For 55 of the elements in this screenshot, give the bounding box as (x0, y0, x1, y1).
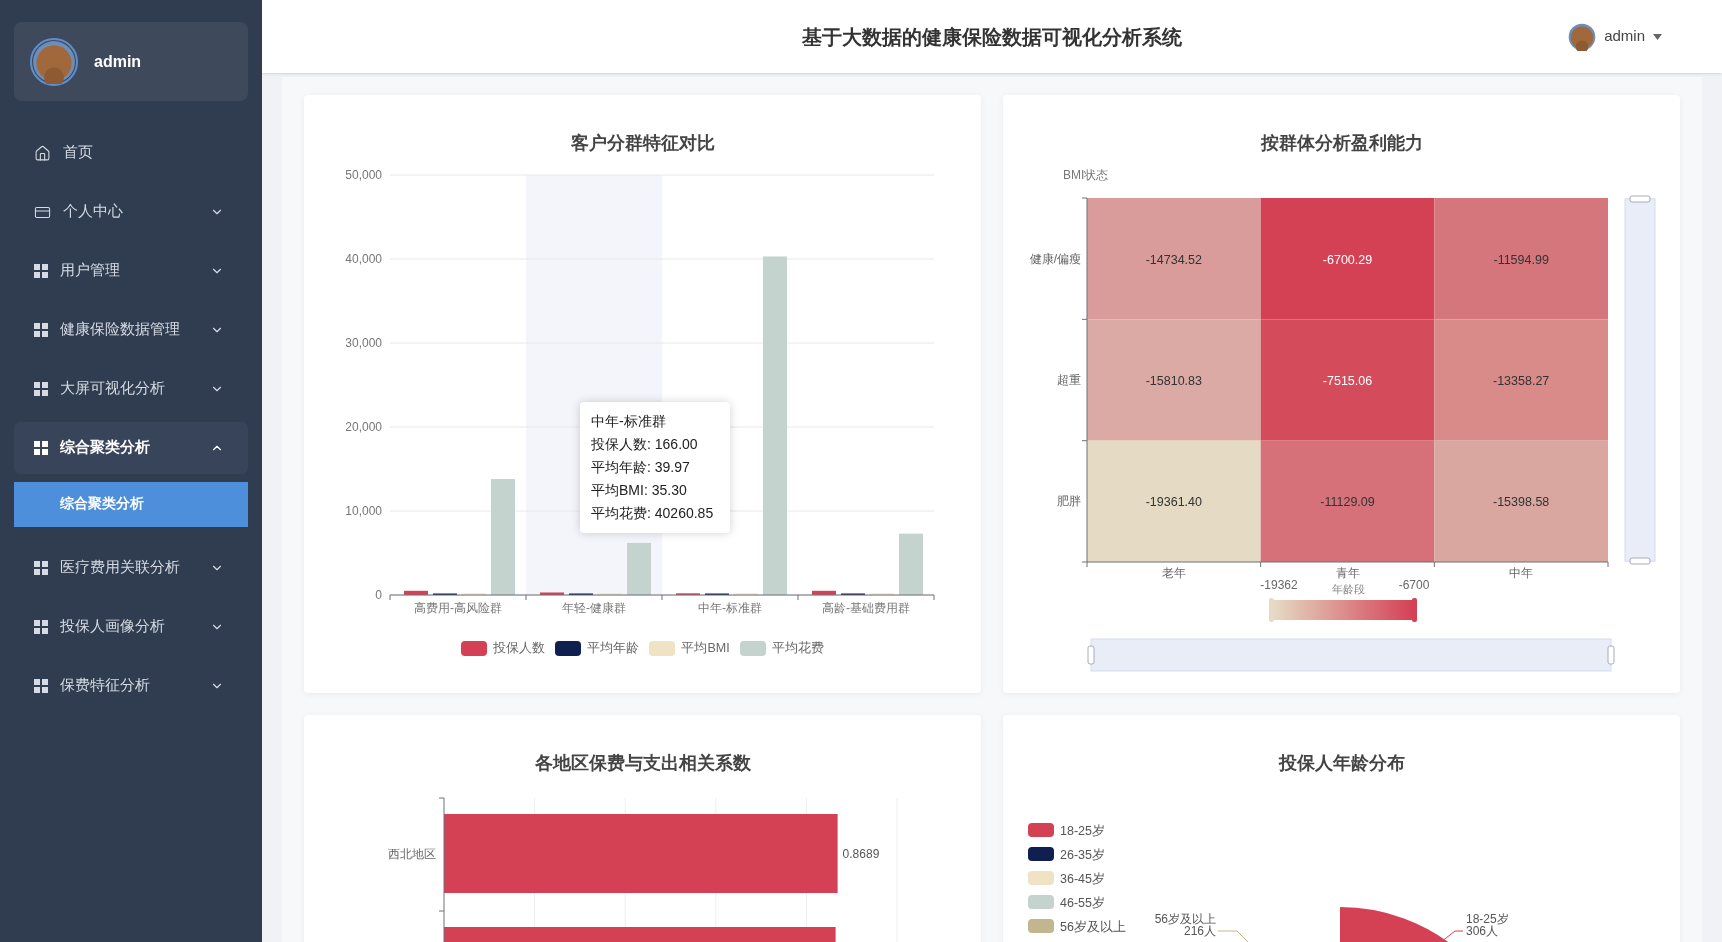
legend-label: 46-55岁 (1060, 896, 1105, 910)
chart-title: 按群体分析盈利能力 (1260, 132, 1423, 155)
slice-label: 216人 (1183, 924, 1216, 938)
chart-title: 客户分群特征对比 (570, 132, 715, 155)
legend-label: 26-35岁 (1060, 848, 1105, 862)
user-name: admin (94, 51, 142, 72)
heatmap-cell: -14734.52 (1087, 198, 1261, 320)
column-label: 中年 (1509, 566, 1534, 580)
heatmap-cell: -15810.83 (1087, 319, 1261, 441)
category-label: 中年-标准群 (698, 601, 762, 615)
tooltip-line: 平均花费: 40260.85 (591, 504, 715, 523)
page-title: 基于大数据的健康保险数据可视化分析系统 (802, 24, 1182, 50)
heatmap-cell: -13358.27 (1434, 319, 1608, 441)
slice-label: 306人 (1466, 924, 1499, 938)
chart-title: 各地区保费与支出相关系数 (534, 752, 751, 775)
category-label: 年轻-健康群 (562, 601, 626, 615)
axis-name: BMI状态 (1063, 168, 1109, 182)
scale-max-label: -6700 (1398, 578, 1430, 592)
heatmap-cell: -15398.58 (1434, 440, 1608, 562)
tooltip-title: 中年-标准群 (591, 412, 667, 431)
heatmap-cell: -19361.40 (1087, 440, 1261, 562)
legend-label: 投保人数 (493, 640, 546, 657)
heatmap-cell: -11129.09 (1260, 440, 1435, 562)
legend-label: 18-25岁 (1060, 824, 1105, 838)
row-label: 肥胖 (1057, 494, 1081, 509)
tick-label: 10,000 (345, 504, 382, 518)
tick-label: 0 (375, 588, 382, 602)
legend-label: 56岁及以上 (1060, 920, 1126, 934)
tick-label: 30,000 (345, 336, 382, 350)
tooltip-line: 平均年龄: 39.97 (591, 458, 691, 477)
scale-min-label: -19362 (1260, 578, 1298, 592)
legend-label: 平均BMI (681, 640, 730, 657)
axis-name: 年龄段 (1331, 583, 1365, 595)
heatmap-cell: -11594.99 (1434, 198, 1608, 320)
tooltip-line: 投保人数: 166.00 (591, 435, 699, 454)
tick-label: 20,000 (345, 420, 382, 434)
column-label: 老年 (1161, 566, 1186, 580)
legend-label: 36-45岁 (1060, 872, 1105, 886)
chart-title: 投保人年龄分布 (1278, 752, 1405, 775)
row-label: 超重 (1057, 373, 1081, 387)
category-label: 高费用-高风险群 (414, 601, 502, 615)
legend-label: 平均花费 (771, 640, 824, 657)
slice-label: 18-25岁 (1466, 912, 1509, 926)
slice-label: 56岁及以上 (1154, 912, 1216, 926)
tick-label: 50,000 (345, 168, 382, 182)
value-label: 0.8689 (842, 847, 880, 861)
heatmap-cell: -7515.06 (1260, 319, 1435, 441)
tick-label: 40,000 (345, 252, 382, 266)
heatmap-cell: -6700.29 (1260, 198, 1435, 320)
tooltip-line: 平均BMI: 35.30 (591, 481, 688, 500)
category-label: 高龄-基础费用群 (822, 601, 910, 615)
legend-label: 平均年龄 (587, 640, 640, 657)
column-label: 青年 (1335, 566, 1360, 580)
row-label: 健康/偏瘦 (1029, 251, 1081, 266)
category-label: 西北地区 (388, 847, 436, 861)
